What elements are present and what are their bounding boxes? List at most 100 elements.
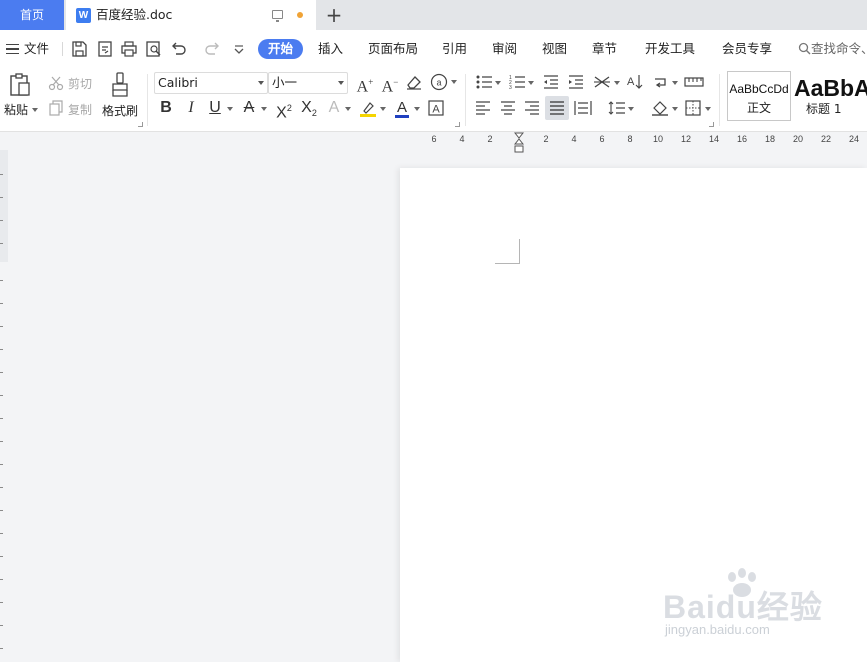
chevron-down-icon[interactable] <box>261 107 267 111</box>
svg-text:A: A <box>397 99 407 116</box>
increase-indent-icon[interactable] <box>567 74 585 90</box>
print-preview-icon[interactable] <box>145 40 163 58</box>
strikethrough-icon[interactable]: A <box>240 99 258 117</box>
shading-icon[interactable] <box>650 99 670 117</box>
chevron-down-icon[interactable] <box>628 107 634 111</box>
chevron-down-icon[interactable] <box>414 107 420 111</box>
font-color-icon[interactable]: A <box>392 98 412 120</box>
svg-text:A: A <box>627 76 635 88</box>
phonetic-guide-icon[interactable]: a <box>430 73 448 91</box>
clear-format-icon[interactable] <box>405 74 423 90</box>
subscript-icon[interactable]: X2 <box>299 99 319 122</box>
paste-dropdown-arrow-icon[interactable] <box>32 108 38 112</box>
font-size-select[interactable]: 小一 <box>268 72 348 94</box>
ruler-label: 20 <box>792 134 804 144</box>
indent-marker-icon[interactable] <box>513 132 525 154</box>
style-heading-1[interactable]: AaBbA 标题 1 <box>792 71 867 121</box>
bullet-list-icon[interactable] <box>475 74 493 90</box>
chevron-down-icon[interactable] <box>614 81 620 85</box>
align-left-icon[interactable] <box>475 101 491 115</box>
numbered-list-icon[interactable]: 123 <box>508 74 526 91</box>
chevron-down-icon[interactable] <box>380 107 386 111</box>
highlight-icon[interactable] <box>358 99 378 119</box>
tab-review[interactable]: 审阅 <box>492 30 517 68</box>
export-pdf-icon[interactable] <box>96 40 114 58</box>
search-command[interactable]: 查找命令、 <box>798 30 867 68</box>
bold-icon[interactable]: B <box>157 99 175 117</box>
chevron-down-icon[interactable] <box>528 81 534 85</box>
copy-icon[interactable] <box>48 100 64 116</box>
horizontal-ruler[interactable]: 6 4 2 2 4 6 8 10 12 14 16 18 20 22 24 <box>420 133 867 149</box>
sort-icon[interactable]: A <box>626 73 644 91</box>
redo-icon[interactable] <box>204 40 222 58</box>
font-name-select[interactable]: Calibri <box>154 72 268 94</box>
undo-icon[interactable] <box>169 40 187 58</box>
borders-icon[interactable] <box>685 100 701 116</box>
vertical-ruler[interactable] <box>0 150 8 662</box>
ruler-toggle-icon[interactable] <box>684 75 704 89</box>
ruler-tick <box>0 556 3 557</box>
paragraph-mark-icon[interactable] <box>652 73 670 91</box>
hamburger-icon <box>6 44 19 54</box>
ruler-tick <box>0 418 3 419</box>
text-effect-icon[interactable]: A <box>325 99 343 117</box>
tab-insert[interactable]: 插入 <box>318 30 343 68</box>
cut-icon[interactable] <box>48 75 64 91</box>
style-normal-sample: AaBbCcDd <box>729 82 789 96</box>
tab-developer[interactable]: 开发工具 <box>645 30 695 68</box>
chevron-down-icon[interactable] <box>705 107 711 111</box>
style-normal[interactable]: AaBbCcDd 正文 <box>727 71 791 121</box>
chevron-down-icon[interactable] <box>451 80 457 84</box>
font-launcher-icon[interactable] <box>455 122 460 127</box>
ribbon-toolbar: 粘贴 剪切 复制 格式刷 Calibri 小一 A+ A− a B I U A … <box>0 68 867 132</box>
new-tab-button[interactable]: + <box>322 2 346 28</box>
clipboard-launcher-icon[interactable] <box>138 122 143 127</box>
format-painter-button[interactable]: 格式刷 <box>102 102 138 119</box>
grow-font-icon[interactable]: A+ <box>355 73 375 96</box>
character-border-icon[interactable]: A <box>428 100 444 116</box>
cut-button[interactable]: 剪切 <box>68 75 92 92</box>
tab-member[interactable]: 会员专享 <box>722 30 772 68</box>
paste-icon[interactable] <box>8 72 32 98</box>
align-center-icon[interactable] <box>500 101 516 115</box>
chevron-down-icon[interactable] <box>672 81 678 85</box>
ruler-label: 4 <box>459 134 465 144</box>
distributed-align-icon[interactable] <box>574 100 592 116</box>
chinese-layout-icon[interactable] <box>592 73 612 91</box>
chevron-down-icon[interactable] <box>345 107 351 111</box>
tab-view[interactable]: 视图 <box>542 30 567 68</box>
ruler-label: 8 <box>627 134 633 144</box>
italic-icon[interactable]: I <box>182 99 200 117</box>
monitor-icon[interactable] <box>272 10 283 22</box>
tab-start[interactable]: 开始 <box>258 39 304 59</box>
tab-document[interactable]: W 百度经验.doc <box>66 0 316 30</box>
paste-button[interactable]: 粘贴 <box>4 101 28 118</box>
align-right-icon[interactable] <box>524 101 540 115</box>
ruler-label: 24 <box>848 134 860 144</box>
ruler-tick <box>0 174 3 175</box>
copy-button[interactable]: 复制 <box>68 101 92 118</box>
superscript-icon[interactable]: X2 <box>274 99 294 122</box>
style-heading-1-sample: AaBbA <box>794 75 867 101</box>
save-icon[interactable] <box>70 40 88 58</box>
format-painter-icon[interactable] <box>110 71 130 99</box>
tab-page-layout[interactable]: 页面布局 <box>368 30 418 68</box>
file-menu-button[interactable]: 文件 <box>6 30 49 68</box>
chevron-down-icon[interactable] <box>495 81 501 85</box>
decrease-indent-icon[interactable] <box>542 74 560 90</box>
tab-home[interactable]: 首页 <box>0 0 64 30</box>
underline-icon[interactable]: U <box>206 99 224 117</box>
chevron-down-icon[interactable] <box>227 107 233 111</box>
ruler-label: 10 <box>652 134 664 144</box>
customize-toolbar-icon[interactable] <box>230 40 248 58</box>
paragraph-launcher-icon[interactable] <box>709 122 714 127</box>
tab-references[interactable]: 引用 <box>442 30 467 68</box>
print-icon[interactable] <box>120 40 138 58</box>
line-spacing-icon[interactable] <box>608 100 626 116</box>
ruler-tick <box>0 349 3 350</box>
chevron-down-icon[interactable] <box>672 107 678 111</box>
shrink-font-icon[interactable]: A− <box>380 73 400 96</box>
ruler-tick <box>0 243 3 244</box>
tab-sections[interactable]: 章节 <box>592 30 617 68</box>
ruler-label: 18 <box>764 134 776 144</box>
